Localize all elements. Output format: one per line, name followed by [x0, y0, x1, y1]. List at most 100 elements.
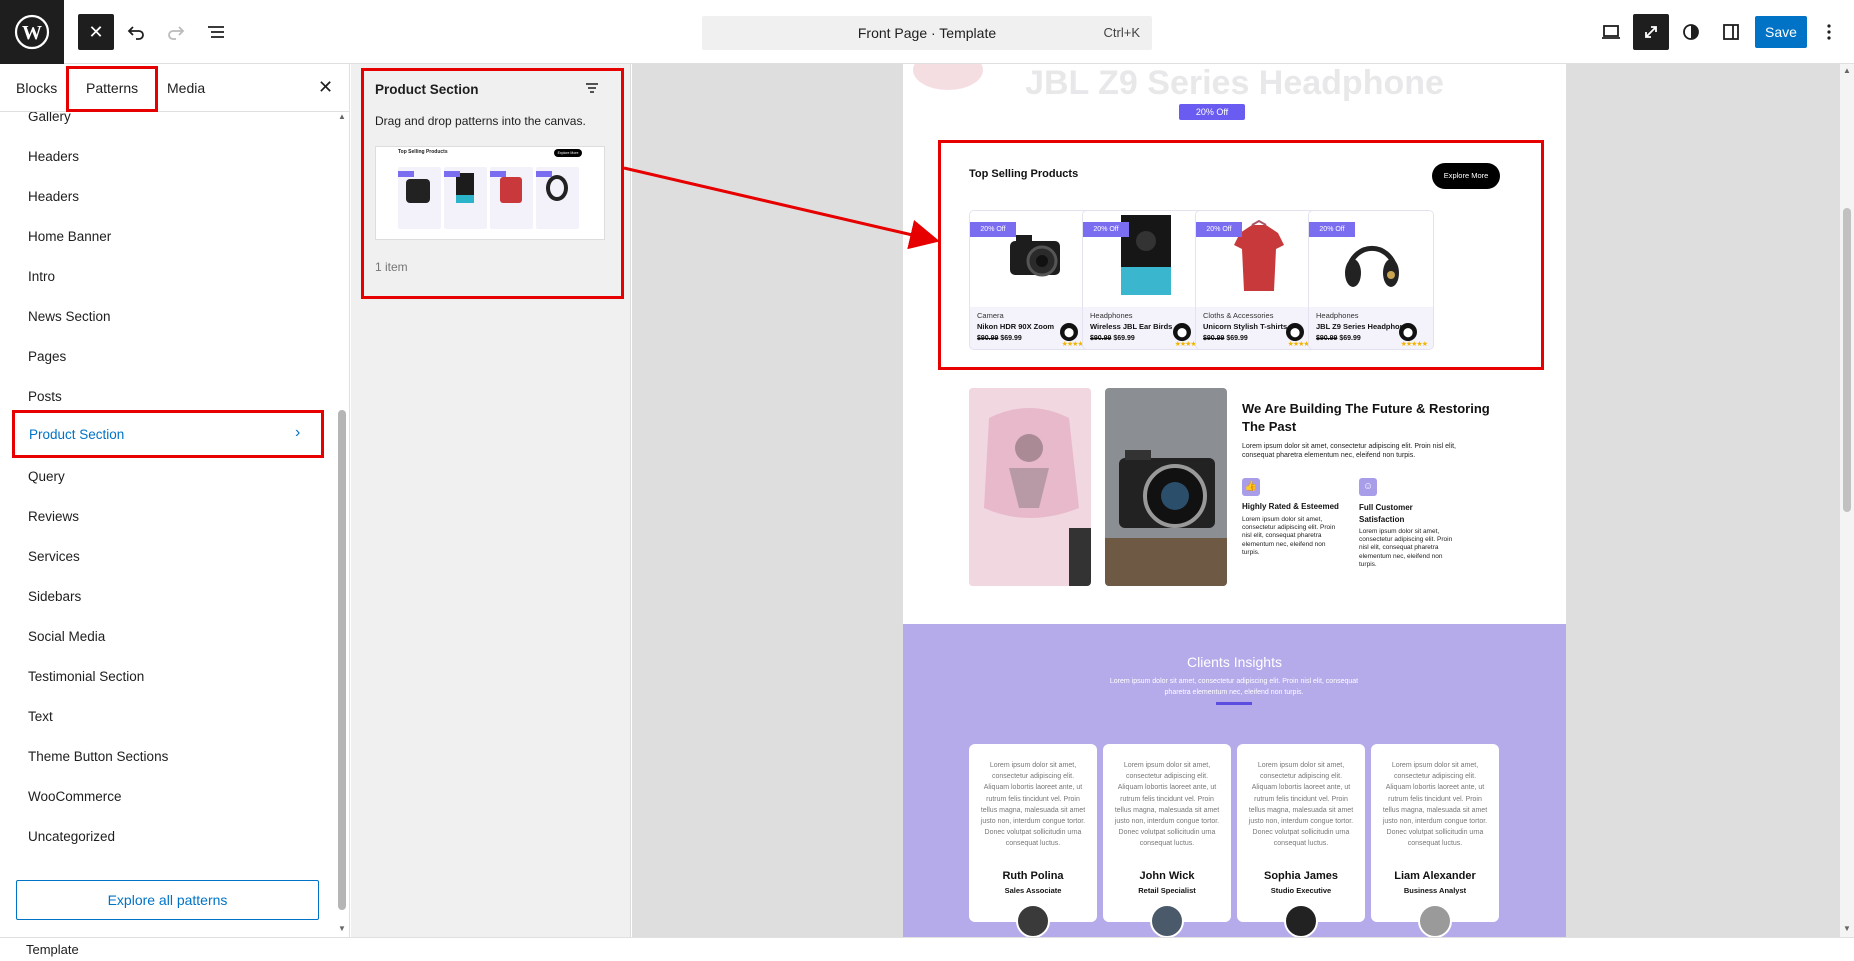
- cart-icon[interactable]: ⬤: [1060, 323, 1078, 341]
- scrollbar-thumb[interactable]: [338, 410, 346, 910]
- settings-sidebar-icon[interactable]: [1713, 14, 1749, 50]
- scroll-up-icon[interactable]: ▲: [338, 112, 346, 121]
- testimonial-role: Business Analyst: [1403, 886, 1467, 895]
- product-card[interactable]: 20% Off Headphones JBL Z9 Series Headpho…: [1308, 210, 1434, 350]
- desktop-preview-icon[interactable]: [1593, 14, 1629, 50]
- scroll-down-icon[interactable]: ▼: [338, 924, 346, 933]
- product-price: $90.99 $69.99: [1203, 335, 1248, 342]
- testimonial-card: Lorem ipsum dolor sit amet, consectetur …: [1371, 744, 1499, 937]
- category-item[interactable]: Theme Button Sections: [28, 749, 168, 764]
- category-item[interactable]: Services: [28, 549, 80, 564]
- pattern-hint: Drag and drop patterns into the canvas.: [375, 114, 586, 128]
- users-icon: ☺: [1359, 478, 1377, 496]
- close-icon[interactable]: ✕: [318, 77, 333, 98]
- product-card[interactable]: 20% Off Cloths & Accessories Unicorn Sty…: [1195, 210, 1321, 350]
- feature-title: Full Customer Satisfaction: [1359, 503, 1413, 524]
- category-item[interactable]: Posts: [28, 389, 62, 404]
- category-item[interactable]: Query: [28, 469, 65, 484]
- scrollbar-thumb[interactable]: [1843, 208, 1851, 512]
- category-item[interactable]: Headers: [28, 189, 79, 204]
- category-item[interactable]: Social Media: [28, 629, 105, 644]
- svg-text:W: W: [22, 22, 42, 44]
- avatar: [1150, 904, 1184, 937]
- canvas-scrollbar[interactable]: ▲ ▼: [1840, 64, 1854, 937]
- discount-badge: 20% Off: [1309, 222, 1355, 237]
- product-name: Unicorn Stylish T-shirts: [1203, 322, 1288, 331]
- breadcrumb[interactable]: Template: [26, 942, 79, 957]
- category-item[interactable]: Intro: [28, 269, 55, 284]
- old-price: $90.99: [1203, 335, 1225, 342]
- category-item[interactable]: WooCommerce: [28, 789, 122, 804]
- command-palette-bar[interactable]: Front Page · Template Ctrl+K: [702, 16, 1152, 50]
- cart-icon[interactable]: ⬤: [1399, 323, 1417, 341]
- clients-title: Clients Insights: [1187, 654, 1282, 670]
- old-price: $90.99: [977, 335, 999, 342]
- category-item-product-section[interactable]: Product Section ›: [12, 410, 324, 458]
- avatar: [1016, 904, 1050, 937]
- product-price: $90.99 $69.99: [977, 335, 1022, 342]
- category-item[interactable]: Headers: [28, 149, 79, 164]
- save-button[interactable]: Save: [1755, 16, 1807, 48]
- discount-badge: 20% Off: [1196, 222, 1242, 237]
- drag-arrow-icon: [623, 166, 940, 250]
- tab-media[interactable]: Media: [167, 64, 205, 112]
- testimonial-role: Retail Specialist: [1138, 886, 1196, 895]
- category-item[interactable]: Gallery: [28, 112, 71, 124]
- category-item[interactable]: Sidebars: [28, 589, 81, 604]
- thumb-button: Explore More: [554, 149, 582, 157]
- more-options-icon[interactable]: [1813, 14, 1845, 50]
- cart-icon[interactable]: ⬤: [1286, 323, 1304, 341]
- pattern-thumbnail[interactable]: Top Selling Products Explore More: [375, 146, 605, 240]
- thumb-card: [398, 167, 441, 229]
- product-price: $90.99 $69.99: [1316, 335, 1361, 342]
- zoom-out-icon[interactable]: [1633, 14, 1669, 50]
- category-item[interactable]: Text: [28, 709, 53, 724]
- testimonial-text: Lorem ipsum dolor sit amet, consectetur …: [1382, 762, 1488, 848]
- undo-icon[interactable]: [118, 14, 154, 50]
- category-item[interactable]: Uncategorized: [28, 829, 115, 844]
- category-item[interactable]: Pages: [28, 349, 66, 364]
- product-price: $90.99 $69.99: [1090, 335, 1135, 342]
- product-category: Camera: [977, 311, 1004, 320]
- feature-title: Highly Rated & Esteemed: [1242, 502, 1339, 511]
- style-contrast-icon[interactable]: [1673, 14, 1709, 50]
- testimonial-card: Lorem ipsum dolor sit amet, consectetur …: [1237, 744, 1365, 937]
- chevron-right-icon: ›: [295, 424, 301, 441]
- category-item[interactable]: Testimonial Section: [28, 669, 144, 684]
- clients-text: Lorem ipsum dolor sit amet, consectetur …: [1109, 678, 1359, 696]
- feature-text: Lorem ipsum dolor sit amet, consectetur …: [1242, 516, 1336, 556]
- document-overview-icon[interactable]: [198, 14, 234, 50]
- explore-more-button[interactable]: Explore More: [1432, 163, 1500, 189]
- wordpress-logo-icon[interactable]: W: [0, 0, 64, 64]
- inserter-panel: Blocks Patterns Media ✕ Gallery Headers …: [0, 64, 350, 937]
- thumb-card: [444, 167, 487, 229]
- old-price: $90.99: [1090, 335, 1112, 342]
- product-card[interactable]: 20% Off Camera Nikon HDR 90X Zoom $90.99…: [969, 210, 1095, 350]
- editor-header: W ✕ Front Page · Template Ctrl+K Save: [0, 0, 1854, 64]
- testimonial-text: Lorem ipsum dolor sit amet, consectetur …: [1114, 762, 1220, 848]
- testimonial-name: John Wick: [1139, 870, 1195, 882]
- redo-icon[interactable]: [158, 14, 194, 50]
- cart-icon[interactable]: ⬤: [1173, 323, 1191, 341]
- tab-blocks[interactable]: Blocks: [16, 64, 57, 112]
- scroll-down-icon[interactable]: ▼: [1843, 924, 1851, 933]
- explore-all-patterns-button[interactable]: Explore all patterns: [16, 880, 319, 920]
- pattern-preview-panel: Product Section Drag and drop patterns i…: [351, 64, 631, 937]
- highlight-patterns-tab: [66, 66, 158, 112]
- filter-icon[interactable]: [584, 80, 600, 101]
- product-card[interactable]: 20% Off Headphones Wireless JBL Ear Bird…: [1082, 210, 1208, 350]
- testimonial-role: Sales Associate: [1004, 886, 1062, 895]
- about-text: Lorem ipsum dolor sit amet, consectetur …: [1242, 443, 1456, 459]
- status-bar: Template: [0, 937, 1854, 961]
- new-price: $69.99: [1339, 335, 1361, 342]
- category-item[interactable]: News Section: [28, 309, 111, 324]
- category-item[interactable]: Home Banner: [28, 229, 111, 244]
- testimonial-name: Sophia James: [1264, 870, 1338, 882]
- scroll-up-icon[interactable]: ▲: [1843, 66, 1851, 75]
- shortcut-hint: Ctrl+K: [1103, 25, 1140, 40]
- category-item[interactable]: Reviews: [28, 509, 79, 524]
- inserter-tabs: Blocks Patterns Media ✕: [0, 64, 350, 112]
- category-scrollbar[interactable]: ▲ ▼: [337, 112, 347, 933]
- discount-badge: 20% Off: [1083, 222, 1129, 237]
- close-inserter-button[interactable]: ✕: [78, 14, 114, 50]
